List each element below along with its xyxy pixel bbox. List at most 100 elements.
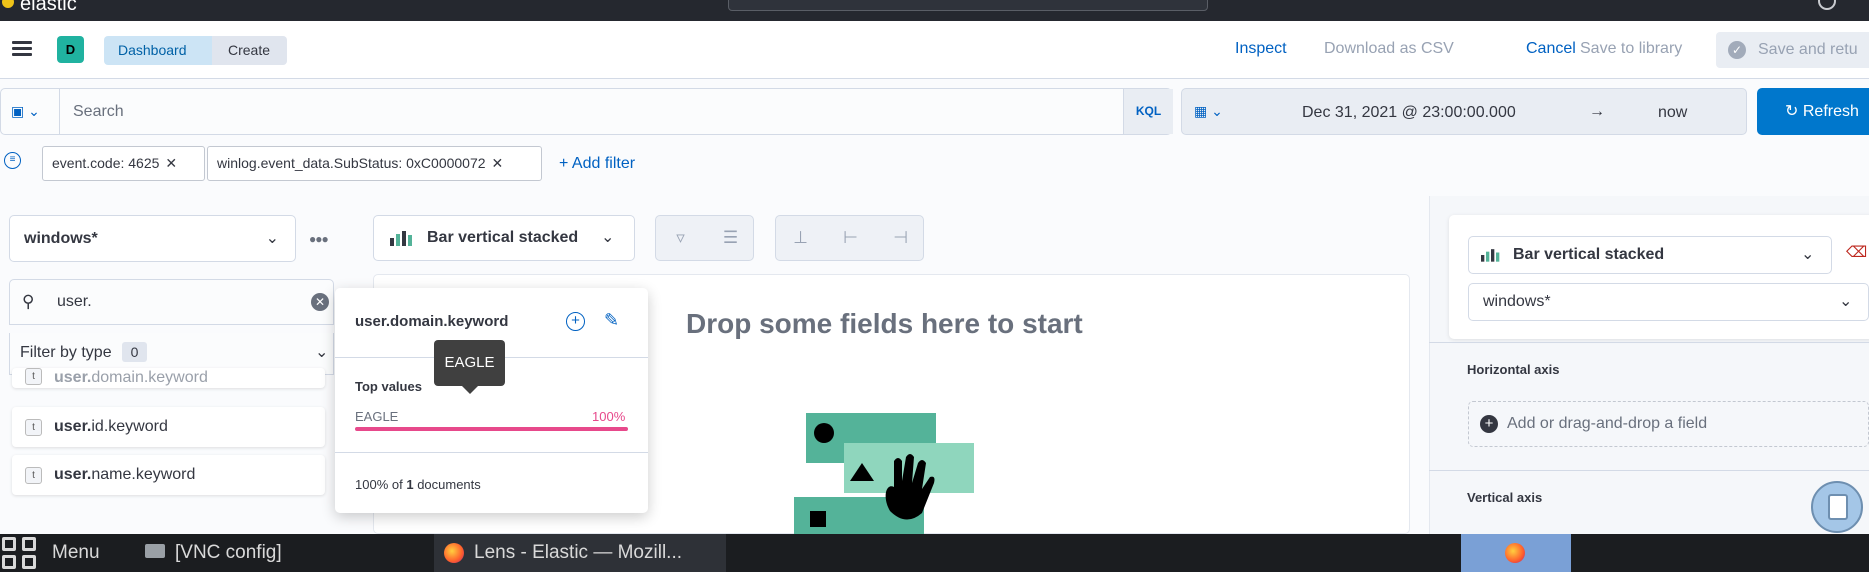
popover-field-name: user.domain.keyword xyxy=(355,313,509,330)
close-icon[interactable]: ✕ xyxy=(492,155,504,171)
filter-menu-icon[interactable]: ≡ xyxy=(4,152,21,169)
add-field-label: Add or drag-and-drop a field xyxy=(1507,415,1708,432)
taskbar-firefox-launcher[interactable] xyxy=(1461,534,1571,572)
toolbar-group-axes: ⊥ ⊢ ⊣ xyxy=(775,215,924,261)
popover-footer: 100% of 1 documents xyxy=(355,477,481,492)
filter-pill[interactable]: winlog.event_data.SubStatus: 0xC0000072 ✕ xyxy=(207,146,542,181)
top-values-heading: Top values xyxy=(355,379,422,394)
filter-pill-label: winlog.event_data.SubStatus: 0xC0000072 xyxy=(217,155,486,171)
filter-count-badge: 0 xyxy=(121,342,148,362)
datasource-select[interactable]: windows* ⌄ xyxy=(9,215,296,262)
add-filter-button[interactable]: + Add filter xyxy=(559,155,635,173)
top-value-label[interactable]: EAGLE xyxy=(355,409,398,424)
query-search-input[interactable]: Search xyxy=(73,103,124,121)
bottom-axis-icon[interactable]: ⊢ xyxy=(826,216,875,260)
saved-query-icon[interactable]: ▣ ⌄ xyxy=(11,103,40,120)
divider xyxy=(59,89,60,134)
calendar-icon[interactable]: ▦ ⌄ xyxy=(1194,103,1223,120)
firefox-icon xyxy=(1505,543,1525,563)
eraser-icon[interactable]: ⌫ xyxy=(1846,243,1867,261)
legend-icon[interactable]: ☰ xyxy=(706,216,755,260)
space-avatar[interactable]: D xyxy=(57,36,84,63)
chevron-down-icon: ⌄ xyxy=(1839,293,1853,310)
value-tooltip: EAGLE xyxy=(434,340,505,394)
global-header: elastic xyxy=(0,0,1869,21)
filter-pill-label: event.code: 4625 xyxy=(52,155,160,171)
divider xyxy=(335,452,648,453)
left-axis-icon[interactable]: ⊥ xyxy=(776,216,825,260)
download-csv-button[interactable]: Download as CSV xyxy=(1324,40,1454,58)
filter-by-type-label: Filter by type xyxy=(20,344,112,361)
os-taskbar: Menu [VNC config] Lens - Elastic — Mozil… xyxy=(0,534,1869,572)
top-value-percent: 100% xyxy=(592,409,626,424)
field-search-value: user. xyxy=(57,293,92,310)
field-list-item[interactable]: t user.domain.keyword xyxy=(12,368,325,388)
divider xyxy=(1429,342,1869,343)
horizontal-axis-heading: Horizontal axis xyxy=(1467,362,1560,377)
layer-datasource-label: windows* xyxy=(1483,293,1551,310)
bar-chart-icon xyxy=(390,231,412,246)
field-list-item[interactable]: t user.id.keyword xyxy=(12,407,325,447)
top-value-bar xyxy=(355,427,628,431)
chevron-down-icon: ⌄ xyxy=(1801,246,1815,263)
string-type-icon: t xyxy=(25,467,42,484)
more-options-icon[interactable]: ●●● xyxy=(309,232,329,246)
edit-pencil-icon[interactable]: ✎ xyxy=(604,310,619,331)
close-icon[interactable]: ✕ xyxy=(165,155,177,171)
date-start[interactable]: Dec 31, 2021 @ 23:00:00.000 xyxy=(1302,104,1516,122)
drag-drop-illustration xyxy=(794,413,974,541)
string-type-icon: t xyxy=(25,368,42,385)
save-and-return-button[interactable]: ✓ Save and retu xyxy=(1716,32,1869,68)
chart-type-select[interactable]: Bar vertical stacked ⌄ xyxy=(373,215,635,261)
date-end[interactable]: now xyxy=(1658,104,1687,122)
taskbar-menu[interactable]: Menu xyxy=(52,542,100,564)
layer-chart-type-label: Bar vertical stacked xyxy=(1513,246,1665,263)
elastic-logo-text[interactable]: elastic xyxy=(20,0,77,16)
breadcrumb-create: Create xyxy=(212,36,287,65)
divider xyxy=(1429,470,1869,471)
drop-zone-title: Drop some fields here to start xyxy=(686,308,1083,339)
chevron-down-icon: ⌄ xyxy=(265,230,279,247)
field-details-popover: user.domain.keyword + ✎ Top values EAGLE… xyxy=(335,288,648,513)
kql-toggle[interactable]: KQL xyxy=(1123,89,1173,134)
chart-type-label: Bar vertical stacked xyxy=(427,229,579,246)
filter-pill[interactable]: event.code: 4625 ✕ xyxy=(42,146,205,181)
layer-chart-type-select[interactable]: Bar vertical stacked ⌄ xyxy=(1468,236,1832,274)
check-icon: ✓ xyxy=(1728,41,1746,59)
field-search-input[interactable]: ⚲ user. ✕ xyxy=(9,279,334,325)
add-field-icon[interactable]: + xyxy=(566,312,585,331)
chevron-down-icon: ⌄ xyxy=(601,229,615,246)
add-field-dropzone[interactable]: + Add or drag-and-drop a field xyxy=(1468,401,1869,447)
firefox-icon xyxy=(444,543,464,563)
chevron-down-icon: ⌄ xyxy=(315,344,329,361)
field-list-item[interactable]: t user.name.keyword xyxy=(12,455,325,495)
clear-icon[interactable]: ✕ xyxy=(311,293,329,311)
save-and-return-label: Save and retu xyxy=(1758,41,1858,58)
clipboard-icon[interactable] xyxy=(1811,481,1863,533)
breadcrumb-dashboard[interactable]: Dashboard xyxy=(104,36,222,65)
elastic-logo-icon[interactable] xyxy=(2,0,14,8)
taskbar-firefox-window[interactable]: Lens - Elastic — Mozill... xyxy=(434,534,726,572)
cancel-button[interactable]: Cancel xyxy=(1526,40,1576,58)
arrow-right-icon: → xyxy=(1589,103,1605,120)
datasource-label: windows* xyxy=(24,230,98,247)
search-icon: ⚲ xyxy=(22,292,35,311)
refresh-button[interactable]: ↻ Refresh xyxy=(1757,88,1869,135)
right-axis-icon[interactable]: ⊣ xyxy=(876,216,925,260)
string-type-icon: t xyxy=(25,419,42,436)
inspect-button[interactable]: Inspect xyxy=(1235,40,1287,58)
help-icon[interactable] xyxy=(1818,0,1836,10)
save-to-library-button[interactable]: Save to library xyxy=(1580,40,1682,58)
menu-grid-icon[interactable] xyxy=(2,537,42,569)
toolbar-group-legend: ▿ ☰ xyxy=(655,215,754,261)
bar-chart-icon xyxy=(1481,249,1500,262)
taskbar-vnc-config[interactable]: [VNC config] xyxy=(145,542,282,564)
layer-datasource-select[interactable]: windows* ⌄ xyxy=(1468,283,1869,321)
refresh-label: Refresh xyxy=(1802,103,1859,120)
global-search-input[interactable] xyxy=(728,0,1208,11)
plus-circle-icon: + xyxy=(1480,415,1498,433)
window-icon xyxy=(145,544,165,558)
paint-icon[interactable]: ▿ xyxy=(656,216,705,260)
query-bar: ▣ ⌄ Search KQL xyxy=(0,88,1173,135)
menu-icon[interactable] xyxy=(12,41,32,57)
